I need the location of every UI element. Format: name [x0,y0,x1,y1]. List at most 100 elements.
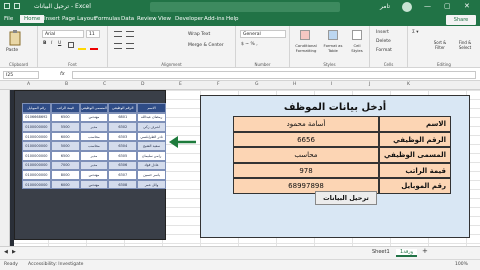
name-field[interactable]: أسامة محمود [233,116,379,132]
salary-field[interactable]: 978 [233,162,379,178]
job-title-field[interactable]: محاسب [233,147,379,163]
table-row[interactable]: 0100000000 5000 محاسب 6304 سعيد الشيخ [22,141,166,151]
alignment-label: Alignment [161,62,182,67]
font-name-select[interactable]: Arial [42,30,84,38]
table-row[interactable]: 0106668692 6500 مهندس 6801 رمضان عبدالله [22,112,166,123]
add-sheet-button[interactable]: + [422,247,428,255]
search-box[interactable] [150,2,340,12]
sheet-tab-arabic[interactable]: ورقة1 [396,249,418,257]
save-icon[interactable] [4,3,10,9]
delete-cells-button[interactable]: Delete [376,39,391,44]
format-as-table-button[interactable]: Format as Table [322,43,344,53]
table-cell: اشرف زكي [137,122,166,132]
undo-icon[interactable] [14,3,20,9]
close-button[interactable]: ✕ [464,2,470,10]
table-cell: رامي سليمان [137,150,166,161]
column-header[interactable]: D [141,82,144,87]
alignment-group: Wrap Text Merge & Center Alignment [108,26,236,68]
paste-label[interactable]: Paste [6,48,18,53]
borders-icon[interactable] [68,42,74,48]
italic-icon[interactable]: I [51,41,52,46]
format-table-icon[interactable] [328,30,338,40]
name-box[interactable]: I25 [3,71,39,79]
align-top-icon[interactable] [114,31,122,37]
table-cell: 0100000000 [22,150,51,161]
column-header[interactable]: I [331,82,332,87]
employee-id-field[interactable]: 6656 [233,131,379,147]
autosum-icon[interactable]: Σ ▾ [412,30,419,35]
column-header[interactable]: F [217,82,220,87]
form-row-salary: 978 قيمة الراتب [233,162,451,178]
column-header[interactable]: B [65,82,68,87]
table-row[interactable]: 0100000000 7000 مدير 6306 عادل فؤاد [22,160,166,171]
row-headers [0,90,10,246]
number-format-select[interactable]: General [240,30,286,38]
merge-center-button[interactable]: Merge & Center [188,43,224,48]
font-size-select[interactable]: 11 [86,30,100,38]
column-header[interactable]: G [255,82,259,87]
column-header[interactable]: E [179,82,182,87]
paste-icon[interactable] [8,30,22,46]
sheet-nav-left-icon[interactable]: ◀ [4,249,8,255]
tab-file[interactable]: File [4,16,13,22]
column-header[interactable]: A [27,82,30,87]
tab-add-ins[interactable]: Add-ins [204,16,225,22]
font-color-icon[interactable] [90,48,98,50]
column-header[interactable]: J [369,82,370,87]
sheet-tab-sheet1[interactable]: Sheet1 [372,249,390,255]
fill-color-icon[interactable] [78,48,86,50]
tab-data[interactable]: Data [121,16,134,22]
column-header[interactable]: K [407,82,410,87]
avatar[interactable] [402,2,412,12]
sheet-nav-right-icon[interactable]: ▶ [12,249,16,255]
tab-help[interactable]: Help [226,16,239,22]
table-row[interactable]: 0100000000 6000 محاسب 6303 نادر الطرابلسي [22,131,166,142]
font-group: Arial 11 B I U Font [38,26,108,68]
table-row[interactable]: 0100000000 6500 مدير 6305 رامي سليمان [22,150,166,161]
wrap-text-button[interactable]: Wrap Text [188,32,210,37]
format-cells-button[interactable]: Format [376,48,392,53]
tab-view[interactable]: View [158,16,171,22]
conditional-formatting-icon[interactable] [300,30,310,40]
formula-input[interactable] [72,71,476,79]
conditional-formatting-button[interactable]: Conditional Formatting [292,43,320,53]
fx-icon[interactable]: fx [60,71,65,77]
tab-formulas[interactable]: Formulas [95,16,120,22]
align-middle-icon[interactable] [126,31,134,37]
table-cell: 6307 [108,170,138,180]
tab-page-layout[interactable]: Page Layout [62,16,96,22]
share-button[interactable]: Share [446,15,476,25]
find-select-button[interactable]: Find & Select [454,40,476,50]
currency-icon[interactable]: $ ~ % , [241,42,258,47]
table-cell: نادر الطرابلسي [137,131,166,142]
table-row[interactable]: 0100000000 5500 مدير 6302 اشرف زكي [22,122,166,132]
editing-label: Editing [437,62,451,67]
align-center-icon[interactable] [126,43,134,49]
table-cell: 6306 [108,160,138,171]
table-cell: 7000 [50,160,80,171]
tab-developer[interactable]: Developer [175,16,203,22]
cell-styles-button[interactable]: Cell Styles [348,43,366,53]
sort-filter-button[interactable]: Sort & Filter [430,40,450,50]
column-header[interactable]: H [293,82,296,87]
table-row[interactable]: 0100000000 8000 مهندس 6307 ياسر حسين [22,170,166,180]
table-cell: سعيد الشيخ [137,141,166,151]
tab-home[interactable]: Home [20,15,45,23]
table-cell: 6308 [108,179,138,190]
column-header[interactable]: C [103,82,106,87]
underline-icon[interactable]: U [58,41,61,46]
cells-group: Insert Delete Format Cells [370,26,408,68]
bold-icon[interactable]: B [43,41,46,46]
zoom-level[interactable]: 100% [455,262,468,267]
cell-styles-icon[interactable] [352,30,362,40]
accessibility-status[interactable]: Accessibility: Investigate [28,262,83,267]
insert-cells-button[interactable]: Insert [376,30,389,35]
tab-review[interactable]: Review [137,16,157,22]
minimize-button[interactable]: — [424,2,431,10]
table-row[interactable]: 0100000000 6000 مهندس 6308 وائل عمر [22,179,166,190]
align-left-icon[interactable] [114,43,122,49]
maximize-button[interactable]: ▢ [444,2,451,10]
post-data-button[interactable]: ترحيل البيانات [315,191,377,205]
tab-insert[interactable]: Insert [44,16,60,22]
user-name: تامر [380,3,391,10]
